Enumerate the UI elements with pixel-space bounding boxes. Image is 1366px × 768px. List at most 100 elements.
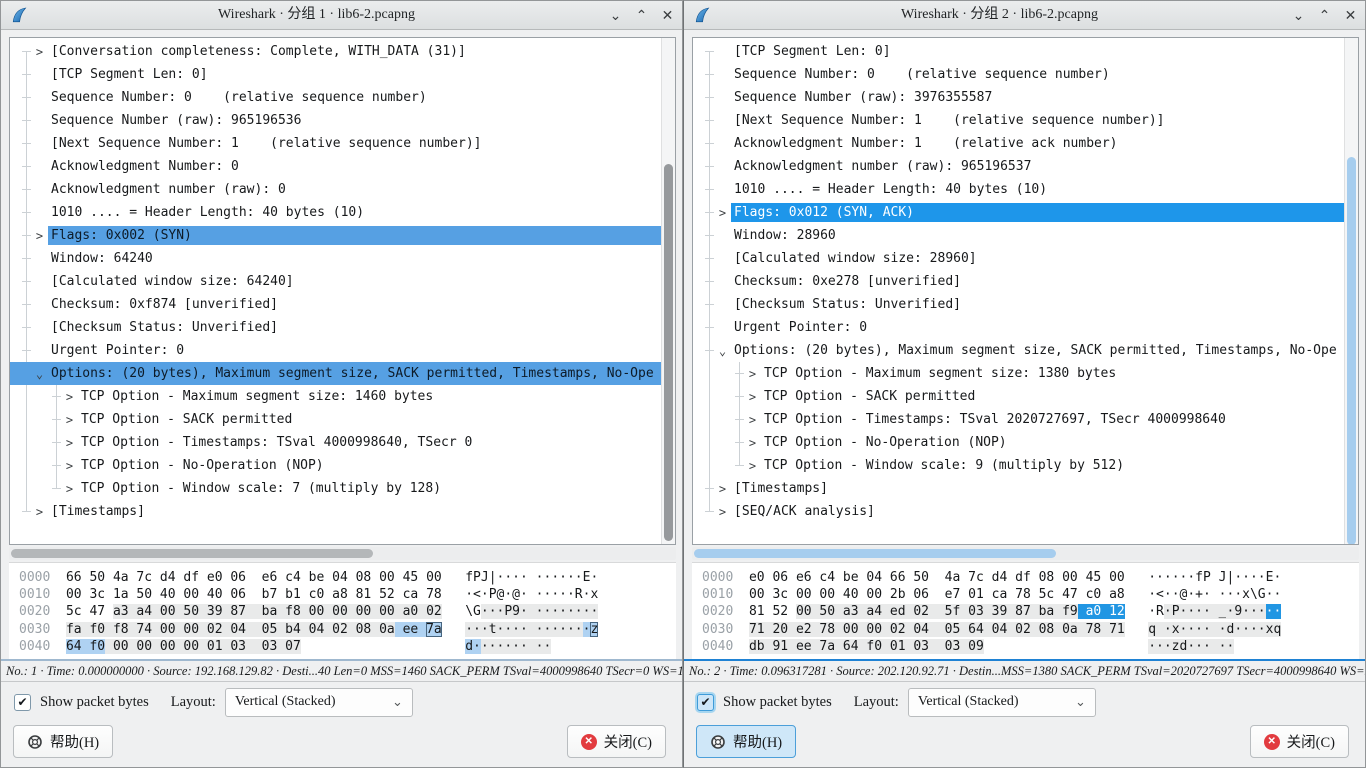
hex-byte[interactable]: 00 bbox=[160, 604, 176, 619]
hex-byte[interactable]: 08 bbox=[1039, 622, 1055, 637]
tree-row[interactable]: [Calculated window size: 64240] bbox=[10, 270, 662, 293]
hex-byte[interactable]: 03 bbox=[913, 639, 929, 654]
expander-collapsed-icon[interactable]: > bbox=[744, 459, 761, 473]
ascii-char[interactable]: · bbox=[559, 587, 567, 602]
hex-byte[interactable]: 78 bbox=[819, 622, 835, 637]
hex-byte[interactable]: 00 bbox=[332, 604, 348, 619]
ascii-char[interactable] bbox=[1156, 622, 1164, 637]
ascii-char[interactable]: · bbox=[481, 639, 489, 654]
hex-byte[interactable]: 64 bbox=[66, 639, 82, 654]
ascii-char[interactable]: t bbox=[489, 622, 497, 637]
hex-byte[interactable]: 50 bbox=[136, 587, 152, 602]
hex-byte[interactable]: 66 bbox=[890, 570, 906, 585]
hex-row[interactable]: 0020 81 52 00 50 a3 a4 ed 02 5f 03 39 87… bbox=[702, 603, 1359, 620]
tree-row[interactable]: Checksum: 0xe278 [unverified] bbox=[693, 270, 1345, 293]
ascii-char[interactable]: · bbox=[567, 570, 575, 585]
hex-byte[interactable]: 40 bbox=[207, 587, 223, 602]
ascii-char[interactable]: · bbox=[1234, 587, 1242, 602]
titlebar[interactable]: Wireshark · 分组 2 · lib6-2.pcapng ⌄ ⌃ ✕ bbox=[684, 1, 1365, 30]
hex-byte[interactable]: f8 bbox=[285, 604, 301, 619]
hex-byte[interactable]: 00 bbox=[796, 587, 812, 602]
hex-byte[interactable]: 5f bbox=[945, 604, 961, 619]
tree-row[interactable]: >[Timestamps] bbox=[10, 500, 662, 523]
ascii-char[interactable]: · bbox=[1250, 570, 1258, 585]
ascii-char[interactable]: · bbox=[1164, 622, 1172, 637]
layout-select[interactable]: Vertical (Stacked) ⌄ bbox=[908, 688, 1096, 717]
hex-byte[interactable]: 7a bbox=[426, 622, 442, 637]
ascii-char[interactable]: · bbox=[520, 587, 528, 602]
tree-row[interactable]: Acknowledgment Number: 1 (relative ack n… bbox=[693, 132, 1345, 155]
ascii-char[interactable]: 9 bbox=[512, 604, 520, 619]
ascii-char[interactable]: · bbox=[1148, 604, 1156, 619]
ascii-char[interactable]: \ bbox=[465, 604, 473, 619]
hex-byte[interactable]: be bbox=[309, 570, 325, 585]
hex-byte[interactable]: 40 bbox=[160, 587, 176, 602]
ascii-char[interactable]: · bbox=[1242, 604, 1250, 619]
ascii-char[interactable]: x bbox=[1172, 622, 1180, 637]
tree-row[interactable]: >[Conversation completeness: Complete, W… bbox=[10, 40, 662, 63]
ascii-char[interactable] bbox=[528, 604, 536, 619]
ascii-char[interactable]: · bbox=[1273, 587, 1281, 602]
tree-row[interactable]: Window: 28960 bbox=[693, 224, 1345, 247]
ascii-char[interactable]: · bbox=[1164, 587, 1172, 602]
hex-byte[interactable]: fa bbox=[66, 622, 82, 637]
ascii-char[interactable]: P bbox=[1203, 570, 1211, 585]
ascii-char[interactable]: · bbox=[465, 622, 473, 637]
ascii-char[interactable]: · bbox=[1250, 622, 1258, 637]
ascii-char[interactable]: · bbox=[520, 604, 528, 619]
hex-byte[interactable]: 40 bbox=[843, 587, 859, 602]
hex-byte[interactable]: a0 bbox=[403, 604, 419, 619]
hex-byte[interactable]: 04 bbox=[230, 622, 246, 637]
close-button[interactable]: ✕ 关闭(C) bbox=[567, 725, 666, 758]
hex-byte[interactable]: 00 bbox=[1109, 570, 1125, 585]
ascii-char[interactable]: · bbox=[1187, 570, 1195, 585]
tree-row[interactable]: Sequence Number (raw): 3976355587 bbox=[693, 86, 1345, 109]
hex-byte[interactable]: 50 bbox=[913, 570, 929, 585]
hex-byte[interactable]: 02 bbox=[1015, 622, 1031, 637]
tree-row[interactable]: Sequence Number: 0 (relative sequence nu… bbox=[693, 63, 1345, 86]
ascii-char[interactable]: · bbox=[1234, 570, 1242, 585]
hex-byte[interactable]: e7 bbox=[945, 587, 961, 602]
ascii-char[interactable]: · bbox=[1258, 622, 1266, 637]
ascii-char[interactable] bbox=[528, 570, 536, 585]
packet-bytes-pane[interactable]: 0000 66 50 4a 7c d4 df e0 06 e6 c4 be 04… bbox=[9, 562, 676, 659]
hex-byte[interactable]: 02 bbox=[890, 622, 906, 637]
hex-byte[interactable]: db bbox=[749, 639, 765, 654]
ascii-char[interactable]: f bbox=[1195, 570, 1203, 585]
ascii-char[interactable] bbox=[1211, 639, 1219, 654]
ascii-char[interactable]: · bbox=[520, 639, 528, 654]
hex-byte[interactable]: 50 bbox=[819, 604, 835, 619]
ascii-char[interactable]: · bbox=[1273, 604, 1281, 619]
ascii-char[interactable]: · bbox=[504, 639, 512, 654]
tree-row[interactable]: 1010 .... = Header Length: 40 bytes (10) bbox=[693, 178, 1345, 201]
close-button[interactable]: ✕ 关闭(C) bbox=[1250, 725, 1349, 758]
tree-row[interactable]: >TCP Option - Window scale: 7 (multiply … bbox=[10, 477, 662, 500]
show-packet-bytes-label[interactable]: Show packet bytes bbox=[723, 694, 832, 711]
hex-byte[interactable]: ee bbox=[403, 622, 419, 637]
hex-byte[interactable]: 50 bbox=[183, 604, 199, 619]
hex-byte[interactable]: 1a bbox=[113, 587, 129, 602]
hex-byte[interactable]: 7a bbox=[819, 639, 835, 654]
hex-byte[interactable]: c4 bbox=[285, 570, 301, 585]
hex-byte[interactable]: 00 bbox=[379, 570, 395, 585]
scrollbar-thumb[interactable] bbox=[694, 549, 1056, 558]
hex-byte[interactable]: 3c bbox=[89, 587, 105, 602]
packet-detail-tree[interactable]: >[Conversation completeness: Complete, W… bbox=[9, 37, 676, 545]
hex-byte[interactable]: 00 bbox=[183, 622, 199, 637]
ascii-char[interactable]: · bbox=[543, 639, 551, 654]
ascii-char[interactable]: 9 bbox=[1234, 604, 1242, 619]
ascii-char[interactable]: · bbox=[1195, 622, 1203, 637]
hex-byte[interactable]: ca bbox=[403, 587, 419, 602]
ascii-char[interactable]: q bbox=[1273, 622, 1281, 637]
hex-byte[interactable]: f0 bbox=[866, 639, 882, 654]
hex-byte[interactable]: 02 bbox=[426, 604, 442, 619]
hex-byte[interactable]: 7c bbox=[968, 570, 984, 585]
help-button[interactable]: 帮助(H) bbox=[696, 725, 796, 758]
hex-byte[interactable]: 00 bbox=[749, 587, 765, 602]
hex-byte[interactable]: 04 bbox=[866, 570, 882, 585]
ascii-char[interactable]: · bbox=[504, 622, 512, 637]
tree-row[interactable]: >[Timestamps] bbox=[693, 477, 1345, 500]
ascii-char[interactable]: x bbox=[1242, 587, 1250, 602]
ascii-char[interactable]: · bbox=[575, 622, 583, 637]
hex-byte[interactable]: a4 bbox=[136, 604, 152, 619]
